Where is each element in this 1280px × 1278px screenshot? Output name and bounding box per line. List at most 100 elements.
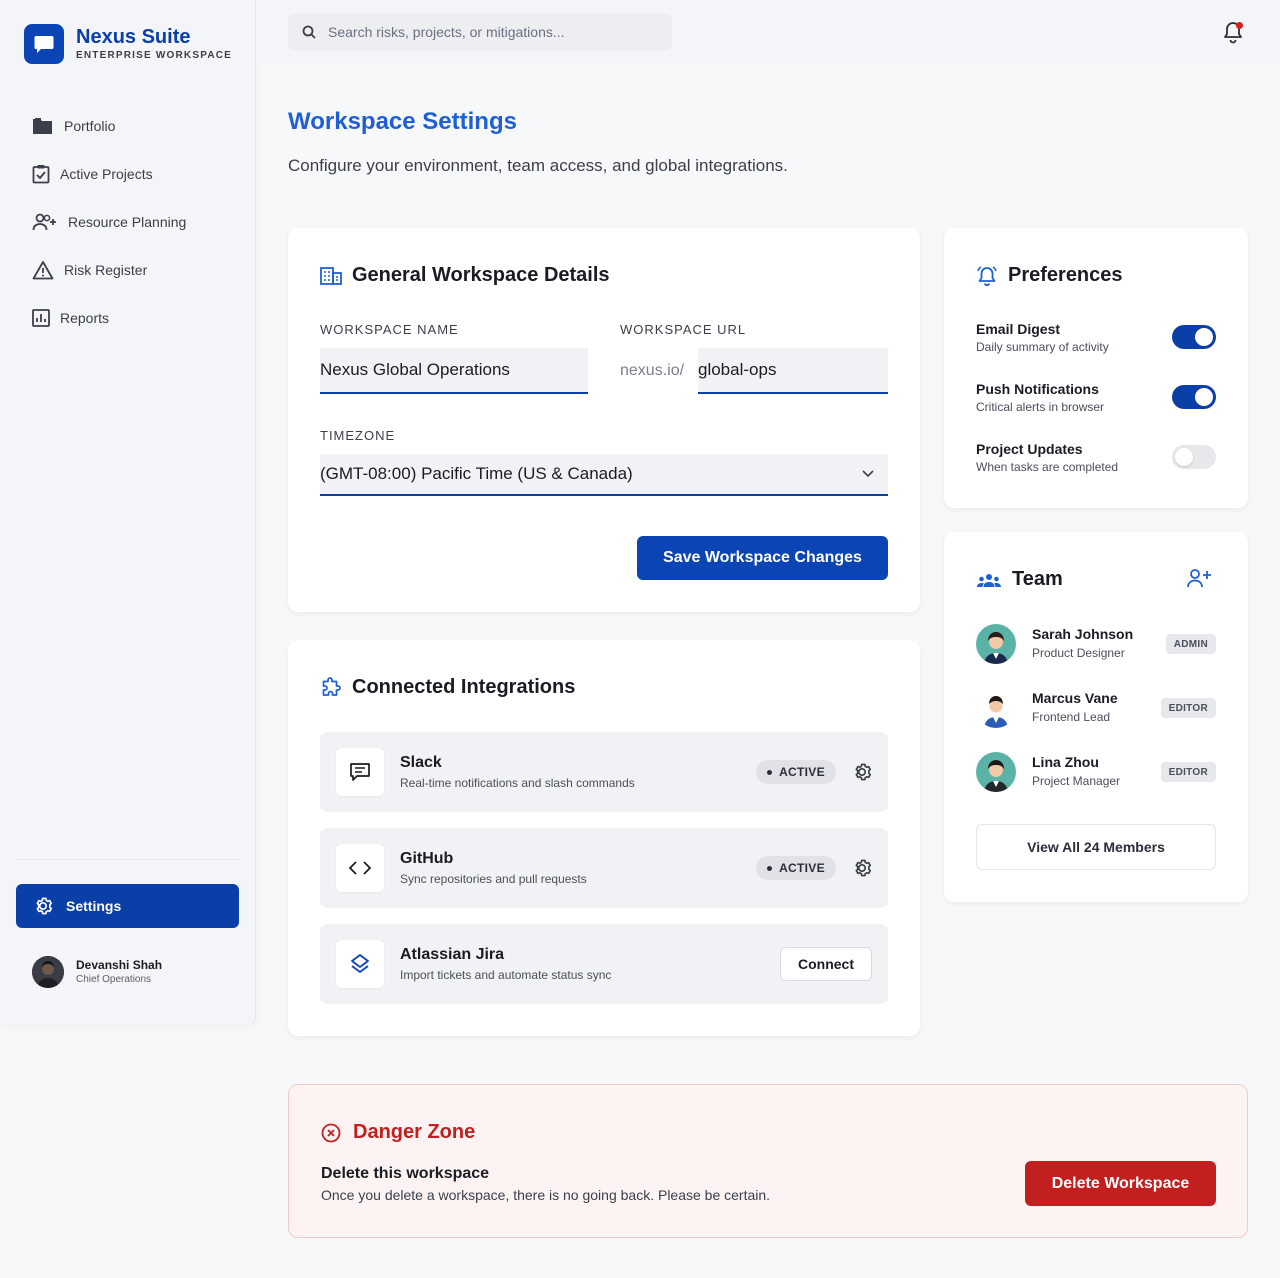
avatar bbox=[32, 956, 64, 988]
general-details-title: General Workspace Details bbox=[320, 264, 610, 287]
page-title: Workspace Settings bbox=[288, 108, 517, 135]
integration-name: Slack bbox=[400, 754, 442, 771]
code-icon bbox=[336, 844, 384, 892]
building-icon bbox=[320, 266, 342, 285]
sidebar-item-reports[interactable]: Reports bbox=[16, 294, 240, 342]
page-subtitle: Configure your environment, team access,… bbox=[288, 156, 788, 175]
integrations-title-text: Connected Integrations bbox=[352, 676, 576, 698]
view-all-members-button[interactable]: View All 24 Members bbox=[976, 824, 1216, 870]
timezone-select[interactable]: (GMT-08:00) Pacific Time (US & Canada) bbox=[320, 454, 888, 496]
status-text: ACTIVE bbox=[779, 765, 825, 779]
sidebar-item-active-projects[interactable]: Active Projects bbox=[16, 150, 240, 198]
bar-chart-icon bbox=[32, 309, 50, 327]
team-title-text: Team bbox=[1012, 568, 1063, 590]
pref-project-updates: Project Updates When tasks are completed bbox=[976, 440, 1216, 480]
connect-jira-button[interactable]: Connect bbox=[780, 947, 872, 981]
user-name: Devanshi Shah bbox=[76, 958, 163, 972]
search-box[interactable] bbox=[288, 14, 672, 50]
gear-icon[interactable] bbox=[851, 761, 873, 783]
sidebar-item-resource-planning[interactable]: Resource Planning bbox=[16, 198, 240, 246]
sidebar-nav: Portfolio Active Projects Resource Plann… bbox=[16, 102, 240, 342]
clipboard-check-icon bbox=[32, 165, 50, 184]
general-details-card: General Workspace Details WORKSPACE NAME… bbox=[288, 228, 920, 612]
integrations-title: Connected Integrations bbox=[320, 676, 575, 699]
avatar bbox=[976, 752, 1016, 792]
workspace-url-label: WORKSPACE URL bbox=[620, 322, 747, 337]
search-input[interactable] bbox=[328, 24, 648, 40]
workspace-name-value: Nexus Global Operations bbox=[320, 360, 510, 379]
member-name: Sarah Johnson bbox=[1032, 626, 1134, 642]
integration-desc: Sync repositories and pull requests bbox=[400, 872, 587, 886]
workspace-name-input[interactable]: Nexus Global Operations bbox=[320, 348, 588, 394]
gear-icon bbox=[36, 897, 53, 915]
url-prefix: nexus.io/ bbox=[620, 362, 685, 379]
sidebar-divider bbox=[16, 859, 240, 860]
member-role: Frontend Lead bbox=[1032, 710, 1111, 724]
settings-label: Settings bbox=[66, 898, 122, 914]
preferences-title-text: Preferences bbox=[1008, 264, 1123, 286]
integration-name: GitHub bbox=[400, 850, 454, 867]
notification-dot bbox=[1236, 22, 1243, 29]
push-notifications-toggle[interactable] bbox=[1172, 385, 1216, 409]
avatar bbox=[976, 624, 1016, 664]
status-text: ACTIVE bbox=[779, 861, 825, 875]
sidebar-item-label: Resource Planning bbox=[68, 214, 187, 230]
danger-zone-title: Danger Zone bbox=[321, 1121, 475, 1144]
team-member[interactable]: Lina Zhou Project Manager EDITOR bbox=[976, 750, 1216, 794]
sidebar-item-settings[interactable]: Settings bbox=[16, 884, 239, 928]
close-circle-icon bbox=[321, 1123, 341, 1142]
pref-push-notifications: Push Notifications Critical alerts in br… bbox=[976, 380, 1216, 420]
timezone-label: TIMEZONE bbox=[320, 428, 396, 443]
bell-ring-icon bbox=[977, 265, 997, 286]
member-role: Product Designer bbox=[1032, 646, 1125, 660]
user-role: Chief Operations bbox=[76, 974, 152, 985]
team-member[interactable]: Sarah Johnson Product Designer ADMIN bbox=[976, 622, 1216, 666]
add-member-icon[interactable] bbox=[1186, 568, 1212, 588]
team-title: Team bbox=[976, 568, 1063, 591]
timezone-value: (GMT-08:00) Pacific Time (US & Canada) bbox=[320, 464, 633, 483]
gear-icon[interactable] bbox=[851, 857, 873, 879]
project-updates-toggle[interactable] bbox=[1172, 445, 1216, 469]
pref-email-digest: Email Digest Daily summary of activity bbox=[976, 320, 1216, 360]
workspace-url-input[interactable]: global-ops bbox=[698, 348, 888, 394]
integrations-card: Connected Integrations Slack Real-time n… bbox=[288, 640, 920, 1036]
group-icon bbox=[977, 573, 1001, 587]
delete-workspace-button[interactable]: Delete Workspace bbox=[1025, 1161, 1216, 1206]
team-member[interactable]: Marcus Vane Frontend Lead EDITOR bbox=[976, 686, 1216, 730]
danger-zone-title-text: Danger Zone bbox=[353, 1121, 476, 1143]
role-badge: EDITOR bbox=[1160, 762, 1216, 782]
integration-github: GitHub Sync repositories and pull reques… bbox=[320, 828, 888, 908]
sidebar-item-risk-register[interactable]: Risk Register bbox=[16, 246, 240, 294]
avatar bbox=[976, 688, 1016, 728]
general-details-title-text: General Workspace Details bbox=[352, 264, 610, 286]
warning-icon bbox=[32, 261, 54, 280]
topbar bbox=[257, 0, 1280, 64]
sidebar-item-label: Risk Register bbox=[64, 262, 148, 278]
preferences-title: Preferences bbox=[976, 264, 1123, 287]
user-plus-icon bbox=[32, 213, 56, 231]
brand-title: Nexus Suite bbox=[76, 26, 191, 48]
status-badge: ACTIVE bbox=[756, 760, 836, 784]
workspace-url-value: global-ops bbox=[698, 360, 777, 379]
puzzle-icon bbox=[322, 676, 341, 696]
team-card: Team Sarah Johnson Product Designer ADMI… bbox=[944, 532, 1248, 902]
save-workspace-button[interactable]: Save Workspace Changes bbox=[637, 536, 888, 580]
sidebar-item-portfolio[interactable]: Portfolio bbox=[16, 102, 240, 150]
sidebar-item-label: Reports bbox=[60, 310, 110, 326]
member-name: Marcus Vane bbox=[1032, 690, 1118, 706]
chevron-down-icon bbox=[862, 470, 874, 478]
sidebar-item-label: Portfolio bbox=[64, 118, 116, 134]
brand[interactable]: Nexus Suite ENTERPRISE WORKSPACE bbox=[24, 24, 232, 64]
notifications-button[interactable] bbox=[1222, 20, 1244, 44]
integration-slack: Slack Real-time notifications and slash … bbox=[320, 732, 888, 812]
chat-logo-icon bbox=[24, 24, 64, 64]
email-digest-toggle[interactable] bbox=[1172, 325, 1216, 349]
chat-icon bbox=[336, 748, 384, 796]
danger-heading: Delete this workspace bbox=[321, 1165, 490, 1182]
integration-desc: Real-time notifications and slash comman… bbox=[400, 776, 635, 790]
integration-desc: Import tickets and automate status sync bbox=[400, 968, 612, 982]
role-badge: EDITOR bbox=[1160, 698, 1216, 718]
user-profile[interactable]: Devanshi Shah Chief Operations bbox=[32, 956, 162, 988]
search-icon bbox=[302, 25, 316, 39]
danger-zone: Danger Zone Delete this workspace Once y… bbox=[288, 1084, 1248, 1238]
